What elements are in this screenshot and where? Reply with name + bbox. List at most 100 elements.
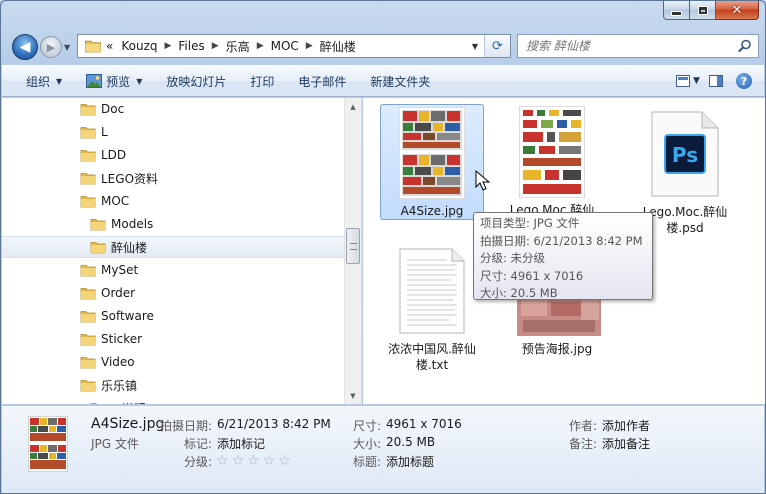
slideshow-button[interactable]: 放映幻灯片 — [154, 69, 238, 93]
breadcrumb-lego[interactable]: 乐高 — [226, 38, 250, 55]
tree-item[interactable]: Software — [2, 305, 345, 327]
star-icon[interactable]: ☆ — [232, 453, 245, 469]
tree-item-label: Models — [111, 217, 154, 231]
tree-item[interactable]: Sticker — [2, 328, 345, 350]
folder-icon — [80, 172, 96, 184]
svg-text:Ps: Ps — [672, 143, 698, 167]
picture-icon — [86, 74, 103, 88]
view-options-button[interactable]: ▼ — [676, 70, 700, 92]
tags-value[interactable]: 添加标记 — [217, 435, 265, 452]
folder-icon — [90, 241, 106, 253]
nav-scrollbar[interactable]: ▲ ▼ — [344, 98, 361, 404]
tree-item[interactable]: LDD — [2, 144, 345, 166]
dimensions-value: 4961 x 7016 — [386, 417, 462, 431]
navigation-row: ◀ ▶ ▼ « Kouzq ▶ Files ▶ 乐高 ▶ MOC ▶ 醉仙楼 ▼… — [9, 31, 759, 63]
breadcrumb-separator-icon[interactable]: ▶ — [257, 41, 264, 51]
scroll-thumb[interactable] — [346, 228, 360, 264]
help-button[interactable]: ? — [732, 70, 756, 92]
tree-item[interactable]: LEGO资料 — [2, 167, 345, 189]
close-button[interactable]: ✕ — [716, 1, 759, 20]
breadcrumb-zuixianlou[interactable]: 醉仙楼 — [320, 38, 356, 55]
grip-icon — [350, 243, 357, 250]
rating-stars[interactable]: ☆ ☆ ☆ ☆ ☆ — [216, 453, 291, 469]
organize-menu[interactable]: 组织 ▼ — [14, 69, 74, 93]
tree-item[interactable]: Order — [2, 282, 345, 304]
refresh-button[interactable]: ⟳ — [484, 35, 510, 57]
preview-pane-icon — [709, 75, 723, 87]
breadcrumb-separator-icon[interactable]: ▶ — [164, 41, 171, 51]
photoshop-file-icon: Ps — [651, 111, 719, 197]
search-icon[interactable] — [738, 39, 752, 53]
address-bar[interactable]: « Kouzq ▶ Files ▶ 乐高 ▶ MOC ▶ 醉仙楼 ▼ ⟳ — [77, 34, 511, 58]
recent-pages-button[interactable]: ▼ — [64, 43, 70, 52]
minimize-button[interactable] — [663, 1, 690, 20]
mouse-cursor-icon — [475, 170, 491, 191]
new-folder-button[interactable]: 新建文件夹 — [358, 69, 442, 93]
address-history-button[interactable]: ▼ — [466, 35, 484, 57]
date-label: 拍摄日期: — [160, 419, 213, 433]
breadcrumb-files[interactable]: Files — [178, 39, 204, 53]
tree-item-label: Video — [101, 355, 135, 369]
breadcrumb-moc[interactable]: MOC — [271, 39, 299, 53]
tree-item-label: Sticker — [101, 332, 143, 346]
search-box[interactable] — [517, 34, 759, 58]
tree-item[interactable]: MySet — [2, 259, 345, 281]
minimize-icon — [671, 10, 682, 16]
caption-buttons: ✕ — [663, 1, 759, 20]
image-thumbnail-icon — [399, 107, 465, 199]
folder-icon — [80, 287, 96, 299]
tree-item[interactable]: 乐乐镇 — [2, 374, 345, 396]
preview-pane-button[interactable] — [704, 70, 728, 92]
details-file-name: A4Size.jpg — [91, 416, 165, 432]
preview-menu[interactable]: 预览 ▼ — [74, 69, 154, 93]
search-input[interactable] — [526, 39, 736, 53]
refresh-icon: ⟳ — [492, 38, 503, 54]
tooltip-line: 大小: 20.5 MB — [480, 286, 558, 300]
details-thumbnail — [28, 416, 68, 472]
scroll-down-icon[interactable]: ▼ — [345, 387, 361, 404]
tree-item[interactable]: Doc — [2, 98, 345, 120]
star-icon[interactable]: ☆ — [278, 453, 291, 469]
file-item[interactable]: Lego.Moc.醉仙 — [500, 104, 604, 218]
rating-label: 分级: — [184, 455, 213, 469]
tree-item[interactable]: Models — [2, 213, 345, 235]
scroll-up-icon[interactable]: ▲ — [345, 98, 361, 115]
back-button[interactable]: ◀ — [12, 34, 38, 60]
breadcrumb-separator-icon[interactable]: ▶ — [306, 41, 313, 51]
tree-item-label: L — [101, 125, 108, 139]
file-name: A4Size.jpg — [400, 204, 464, 218]
print-button[interactable]: 打印 — [238, 69, 286, 93]
email-button[interactable]: 电子邮件 — [286, 69, 358, 93]
title-value[interactable]: 添加标题 — [386, 453, 434, 470]
tree-item[interactable]: L — [2, 121, 345, 143]
tooltip-line: 分级: 未分级 — [480, 251, 546, 265]
tree-item-label: PI说明 — [111, 400, 146, 405]
forward-button[interactable]: ▶ — [40, 36, 62, 58]
breadcrumb-separator-icon[interactable]: ▶ — [212, 41, 219, 51]
breadcrumb-overflow[interactable]: « — [106, 39, 113, 53]
file-thumbnail — [502, 104, 602, 200]
folder-icon — [80, 379, 96, 391]
star-icon[interactable]: ☆ — [216, 453, 229, 469]
tree-item-label: 醉仙楼 — [111, 240, 148, 255]
comment-value[interactable]: 添加备注 — [602, 435, 650, 452]
maximize-button[interactable] — [690, 1, 716, 20]
folder-icon — [80, 149, 96, 161]
tree-item[interactable]: MOC — [2, 190, 345, 212]
tooltip-line: 拍摄日期: 6/21/2013 8:42 PM — [480, 233, 643, 248]
date-value[interactable]: 6/21/2013 8:42 PM — [217, 417, 331, 431]
tree-item[interactable]: Video — [2, 351, 345, 373]
star-icon[interactable]: ☆ — [263, 453, 276, 469]
print-label: 打印 — [250, 74, 275, 89]
file-item[interactable]: 浓浓中国风.醉仙楼.txt — [380, 243, 484, 373]
image-thumbnail-icon — [519, 106, 585, 198]
tree-item[interactable]: 醉仙楼 — [2, 236, 345, 258]
forward-arrow-icon: ▶ — [46, 40, 56, 54]
star-icon[interactable]: ☆ — [247, 453, 260, 469]
author-value[interactable]: 添加作者 — [602, 417, 650, 434]
file-item[interactable]: A4Size.jpg — [380, 104, 484, 220]
breadcrumb-kouzq[interactable]: Kouzq — [121, 39, 157, 53]
tree-item[interactable]: PI说明 — [2, 397, 345, 404]
chevron-down-icon: ▼ — [693, 76, 700, 86]
folder-icon — [80, 310, 96, 322]
